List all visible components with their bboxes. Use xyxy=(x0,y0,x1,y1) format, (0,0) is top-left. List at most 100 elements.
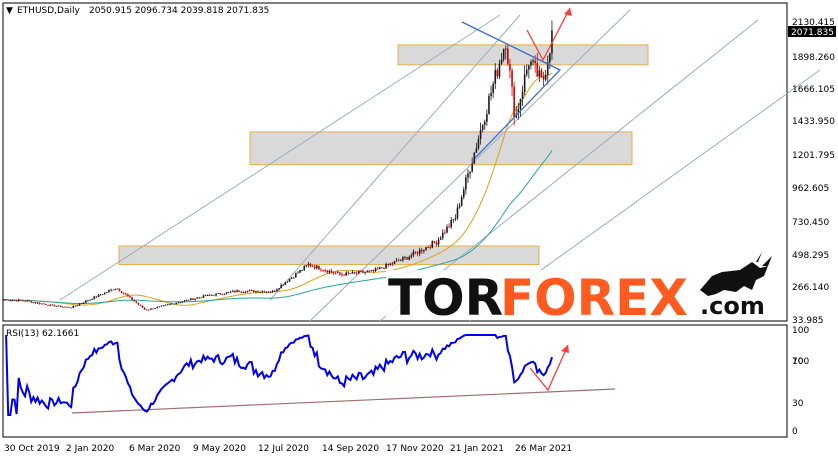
date-tick: 26 Mar 2021 xyxy=(515,444,572,454)
candle-body xyxy=(158,306,161,308)
candle-body xyxy=(341,274,343,276)
rsi-tick-100: 100 xyxy=(792,326,809,336)
candle-body xyxy=(263,291,266,293)
candle-body xyxy=(238,290,240,292)
candle-body xyxy=(229,291,232,293)
candle-body xyxy=(11,300,14,301)
candle-body xyxy=(181,301,184,303)
logo-suffix: .com xyxy=(700,292,765,320)
candle-body xyxy=(143,307,146,310)
candle-body xyxy=(59,305,62,307)
candle-body xyxy=(490,92,492,96)
candle-body xyxy=(223,293,226,295)
candle-body xyxy=(316,265,318,269)
candle-body xyxy=(85,300,87,303)
candle-body xyxy=(110,289,112,291)
candle-body xyxy=(360,271,362,272)
candle-body xyxy=(318,265,320,270)
candle-body xyxy=(267,291,270,293)
candle-body xyxy=(116,288,119,290)
candle-body xyxy=(334,272,337,274)
candle-body xyxy=(423,250,425,252)
candle-body xyxy=(45,304,47,305)
current-price-label: 2071.835 xyxy=(791,28,834,38)
candle-body xyxy=(454,218,457,220)
candle-body xyxy=(542,76,545,80)
candle-body xyxy=(427,247,429,248)
date-tick: 12 Jul 2020 xyxy=(258,444,309,454)
candle-body xyxy=(22,300,24,302)
logo-part-dark: TOR xyxy=(388,269,503,327)
candle-body xyxy=(458,205,461,208)
candle-body xyxy=(166,304,169,306)
date-tick: 2 Jan 2020 xyxy=(66,444,114,454)
candle-body xyxy=(206,294,209,296)
candle-body xyxy=(271,290,274,293)
candle-body xyxy=(225,292,228,294)
date-tick: 9 May 2020 xyxy=(193,444,246,454)
candle-body xyxy=(332,272,335,273)
candle-body xyxy=(301,269,303,271)
candle-body xyxy=(19,299,22,301)
candle-body xyxy=(257,291,259,293)
candle-body xyxy=(425,247,427,251)
candle-body xyxy=(435,242,438,245)
candle-body xyxy=(280,284,282,289)
candle-body xyxy=(141,305,144,308)
candle-body xyxy=(376,268,379,270)
candle-body xyxy=(521,92,524,100)
candle-body xyxy=(240,291,243,293)
ohlc-values: 2050.915 2096.734 2039.818 2071.835 xyxy=(89,6,269,16)
candle-body xyxy=(290,277,293,279)
candle-body xyxy=(471,163,473,172)
candle-body xyxy=(328,270,331,273)
candle-body xyxy=(481,124,484,130)
candle-body xyxy=(431,241,434,248)
candle-body xyxy=(200,297,203,299)
candle-body xyxy=(24,300,26,302)
candle-body xyxy=(420,249,423,252)
candle-body xyxy=(160,305,163,307)
candle-body xyxy=(192,298,194,300)
candle-body xyxy=(549,53,551,63)
chart-collapse-icon[interactable]: ▼ xyxy=(6,6,13,16)
candle-body xyxy=(72,306,75,309)
candle-body xyxy=(465,177,467,190)
candle-body xyxy=(519,99,522,109)
candle-body xyxy=(494,70,497,84)
candle-body xyxy=(288,278,291,282)
candle-body xyxy=(118,288,121,292)
candle-body xyxy=(433,241,436,243)
candle-body xyxy=(467,173,469,178)
candle-body xyxy=(103,292,106,295)
candle-body xyxy=(76,305,79,306)
candle-body xyxy=(101,294,104,296)
candle-body xyxy=(408,256,410,260)
candle-body xyxy=(202,295,205,298)
date-tick: 6 Mar 2020 xyxy=(129,444,181,454)
candle-body xyxy=(93,296,96,300)
candle-body xyxy=(530,61,532,66)
candle-body xyxy=(32,302,35,304)
candle-body xyxy=(381,267,383,269)
candle-body xyxy=(127,294,129,297)
candle-body xyxy=(28,300,30,302)
candle-body xyxy=(154,308,156,309)
candle-body xyxy=(175,303,177,305)
candle-body xyxy=(13,300,16,301)
candle-body xyxy=(74,305,77,307)
candle-body xyxy=(87,300,89,302)
candle-body xyxy=(286,281,289,283)
candle-body xyxy=(135,301,138,303)
candle-body xyxy=(61,306,64,308)
candle-body xyxy=(389,263,392,265)
candle-body xyxy=(38,302,41,304)
candle-body xyxy=(452,219,455,221)
candle-body xyxy=(469,171,471,174)
symbol-label: ETHUSD,Daily xyxy=(17,6,80,16)
candle-body xyxy=(255,291,257,293)
candle-body xyxy=(148,309,150,311)
candle-body xyxy=(295,273,297,278)
candle-body xyxy=(278,288,280,290)
candle-body xyxy=(387,264,389,265)
